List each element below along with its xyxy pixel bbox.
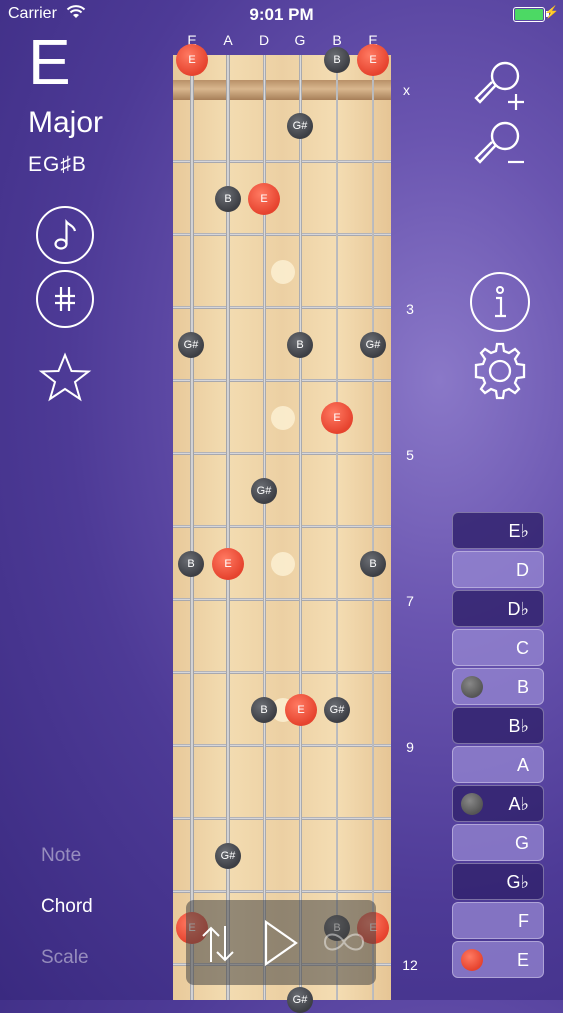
chord-notes: EG♯B [28, 153, 87, 176]
fret-9 [173, 744, 391, 747]
note-dot[interactable]: B [287, 332, 313, 358]
note-dot[interactable]: E [321, 402, 353, 434]
key-a[interactable]: A [452, 746, 544, 783]
key-label: F [518, 911, 529, 931]
note-dot[interactable]: G# [287, 987, 313, 1013]
note-dot[interactable]: G# [178, 332, 204, 358]
chord-tone-indicator [461, 676, 483, 698]
note-dot[interactable]: B [178, 551, 204, 577]
note-dot[interactable]: G# [215, 843, 241, 869]
sharp-icon [55, 287, 75, 311]
note-dot[interactable]: B [215, 186, 241, 212]
note-dot[interactable]: G# [360, 332, 386, 358]
loop-icon[interactable] [321, 928, 367, 956]
zoom-in-icon[interactable] [470, 58, 530, 114]
status-bar: Carrier 9:01 PM ⚡ [0, 0, 563, 30]
key-g[interactable]: G [452, 824, 544, 861]
note-dot[interactable]: G# [287, 113, 313, 139]
zoom-out-icon[interactable] [470, 118, 530, 172]
clock: 9:01 PM [249, 5, 314, 24]
string-b [336, 55, 338, 1000]
key-label: E [516, 950, 529, 970]
key-f[interactable]: F [452, 902, 544, 939]
string-e-high [372, 55, 374, 1000]
fret-8 [173, 671, 391, 674]
fret-inlay [271, 406, 295, 430]
note-dot[interactable]: B [324, 47, 350, 73]
root-indicator [461, 949, 483, 971]
info-icon [495, 286, 506, 318]
fret-5 [173, 452, 391, 455]
fret-number: 7 [406, 593, 414, 609]
key-label: D♭ [507, 599, 530, 619]
gear-icon[interactable] [469, 340, 531, 402]
string-label: G [294, 32, 306, 48]
battery-icon [513, 7, 549, 22]
fret-inlay [271, 260, 295, 284]
key-label: G♭ [506, 872, 530, 892]
key-g-flat[interactable]: G♭ [452, 863, 544, 900]
key-e-flat[interactable]: E♭ [452, 512, 544, 549]
fret-10 [173, 817, 391, 820]
charging-icon: ⚡ [544, 5, 559, 19]
fret-1 [173, 160, 391, 163]
key-label: G [514, 833, 529, 853]
muted-marker: x [403, 82, 410, 98]
note-dot[interactable]: B [360, 551, 386, 577]
fret-number: 5 [406, 447, 414, 463]
key-d-flat[interactable]: D♭ [452, 590, 544, 627]
chord-quality: Major [28, 106, 104, 139]
fret-number: 3 [406, 301, 414, 317]
play-icon[interactable] [260, 918, 300, 968]
key-d[interactable]: D [452, 551, 544, 588]
fret-number: 9 [406, 739, 414, 755]
note-dot[interactable]: E [285, 694, 317, 726]
key-label: A [516, 755, 529, 775]
key-a-flat[interactable]: A♭ [452, 785, 544, 822]
string-g [299, 55, 302, 1000]
note-dot[interactable]: E [212, 548, 244, 580]
note-dot[interactable]: E [248, 183, 280, 215]
key-b-flat[interactable]: B♭ [452, 707, 544, 744]
fret-inlay [271, 552, 295, 576]
mode-scale[interactable]: Scale [41, 947, 89, 969]
mode-note[interactable]: Note [41, 845, 81, 867]
note-dot[interactable]: B [251, 697, 277, 723]
string-label: B [332, 32, 342, 48]
key-c[interactable]: C [452, 629, 544, 666]
star-icon[interactable] [38, 352, 92, 404]
fret-number: 12 [402, 957, 418, 973]
chord-tone-indicator [461, 793, 483, 815]
note-dot[interactable]: E [176, 44, 208, 76]
note-dot[interactable]: E [357, 44, 389, 76]
music-note-icon [54, 218, 77, 250]
flip-icon[interactable] [200, 922, 236, 966]
key-label: D [516, 560, 529, 580]
fret-2 [173, 233, 391, 236]
fret-7 [173, 598, 391, 601]
key-label: A♭ [508, 794, 530, 814]
key-label: B♭ [508, 716, 530, 736]
fret-4 [173, 379, 391, 382]
key-label: C [516, 638, 529, 658]
string-label: D [258, 32, 270, 48]
key-label: E♭ [508, 521, 530, 541]
fret-11 [173, 890, 391, 893]
key-b[interactable]: B [452, 668, 544, 705]
sharp-button[interactable] [36, 270, 94, 328]
mode-chord[interactable]: Chord [41, 896, 93, 918]
player-controls [186, 900, 376, 985]
note-dot[interactable]: G# [251, 478, 277, 504]
string-e-low [190, 55, 194, 1000]
note-button[interactable] [36, 206, 94, 264]
fret-6 [173, 525, 391, 528]
key-e[interactable]: E [452, 941, 544, 978]
key-label: B [516, 677, 529, 697]
note-dot[interactable]: G# [324, 697, 350, 723]
chord-root: E [28, 26, 71, 98]
string-label: A [223, 32, 233, 48]
nut [173, 80, 391, 100]
fret-3 [173, 306, 391, 309]
info-button[interactable] [470, 272, 530, 332]
